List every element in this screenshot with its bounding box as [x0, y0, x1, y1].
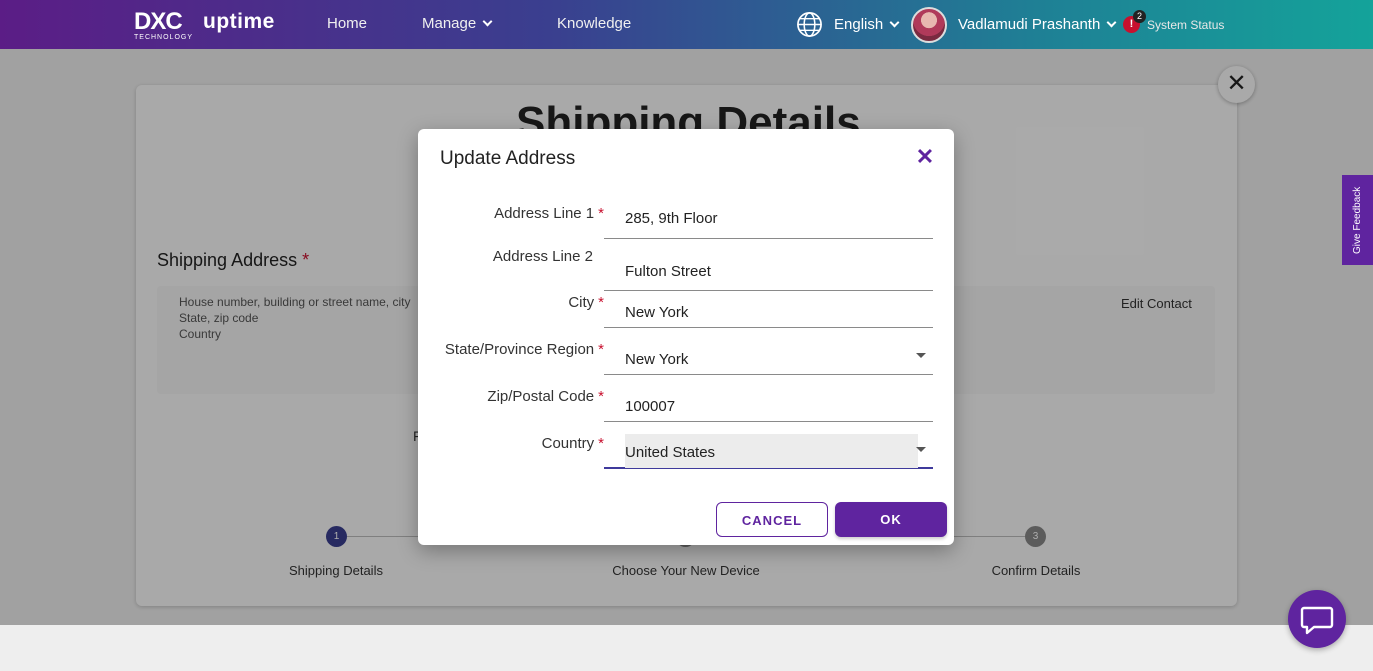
- page-footer-area: [0, 625, 1373, 671]
- language-label: English: [834, 16, 884, 33]
- dxc-logo[interactable]: DXC TECHNOLOGY: [134, 10, 194, 44]
- address-line-1-label: Address Line 1 *: [494, 205, 604, 222]
- country-label-text: Country: [541, 435, 595, 452]
- city-row: City * New York: [418, 284, 954, 328]
- system-status-link[interactable]: System Status: [1147, 18, 1224, 32]
- status-count-badge: 2: [1133, 10, 1146, 23]
- country-row: Country * United States: [418, 425, 954, 469]
- country-value: United States: [625, 444, 716, 461]
- user-menu[interactable]: Vadlamudi Prashanth: [958, 16, 1117, 33]
- nav-knowledge[interactable]: Knowledge: [557, 15, 631, 32]
- cancel-button[interactable]: CANCEL: [716, 502, 828, 537]
- address-line-2-value: Fulton Street: [625, 263, 711, 280]
- zip-row: Zip/Postal Code * 100007: [418, 378, 954, 422]
- caret-down-icon: [916, 447, 926, 452]
- language-selector[interactable]: English: [834, 16, 900, 33]
- zip-input[interactable]: 100007: [604, 378, 933, 422]
- avatar[interactable]: [911, 7, 947, 43]
- dialog-title: Update Address: [440, 148, 576, 169]
- address-line-2-label: Address Line 2: [492, 248, 593, 265]
- dialog-close-button[interactable]: ✕: [914, 146, 936, 168]
- state-row: State/Province Region * New York: [418, 331, 954, 375]
- nav-manage-label: Manage: [422, 15, 477, 32]
- brand-name: uptime: [203, 10, 275, 33]
- city-value: New York: [625, 304, 689, 321]
- chat-icon: [1300, 606, 1334, 635]
- chevron-down-icon: [482, 16, 493, 27]
- country-label: Country *: [542, 435, 604, 452]
- nav-home[interactable]: Home: [327, 15, 367, 32]
- address-line-1-value: 285, 9th Floor: [625, 210, 718, 227]
- user-name: Vadlamudi Prashanth: [958, 16, 1101, 33]
- zip-label-text: Zip/Postal Code: [487, 388, 595, 405]
- address-line-2-row: Address Line 2 Fulton Street: [418, 238, 954, 291]
- country-select[interactable]: United States: [604, 425, 933, 469]
- chevron-down-icon: [1106, 17, 1117, 28]
- zip-value: 100007: [625, 398, 676, 415]
- chat-button[interactable]: [1288, 590, 1346, 648]
- give-feedback-tab[interactable]: Give Feedback: [1342, 175, 1373, 265]
- top-nav-bar: DXC TECHNOLOGY uptime Home Manage Knowle…: [0, 0, 1373, 49]
- address-line-1-row: Address Line 1 * 285, 9th Floor: [418, 195, 954, 239]
- logo-mark: DXC: [134, 8, 183, 35]
- address-line-1-label-text: Address Line 1: [494, 205, 595, 222]
- zip-label: Zip/Postal Code *: [487, 388, 604, 405]
- update-address-dialog: Update Address ✕ Address Line 1 * 285, 9t…: [418, 129, 954, 545]
- logo-subtitle: TECHNOLOGY: [134, 34, 194, 41]
- city-label-text: City: [568, 294, 595, 311]
- state-select[interactable]: New York: [604, 331, 933, 375]
- globe-icon[interactable]: [796, 11, 823, 38]
- state-value: New York: [625, 351, 689, 368]
- nav-manage[interactable]: Manage: [422, 15, 493, 32]
- close-icon: ✕: [915, 144, 935, 169]
- chevron-down-icon: [889, 17, 900, 28]
- city-label: City *: [568, 294, 604, 311]
- caret-down-icon: [916, 353, 926, 358]
- ok-button[interactable]: OK: [835, 502, 947, 537]
- city-input[interactable]: New York: [604, 284, 933, 328]
- state-label: State/Province Region *: [445, 341, 604, 358]
- address-line-1-input[interactable]: 285, 9th Floor: [604, 195, 933, 239]
- state-label-text: State/Province Region: [444, 341, 595, 358]
